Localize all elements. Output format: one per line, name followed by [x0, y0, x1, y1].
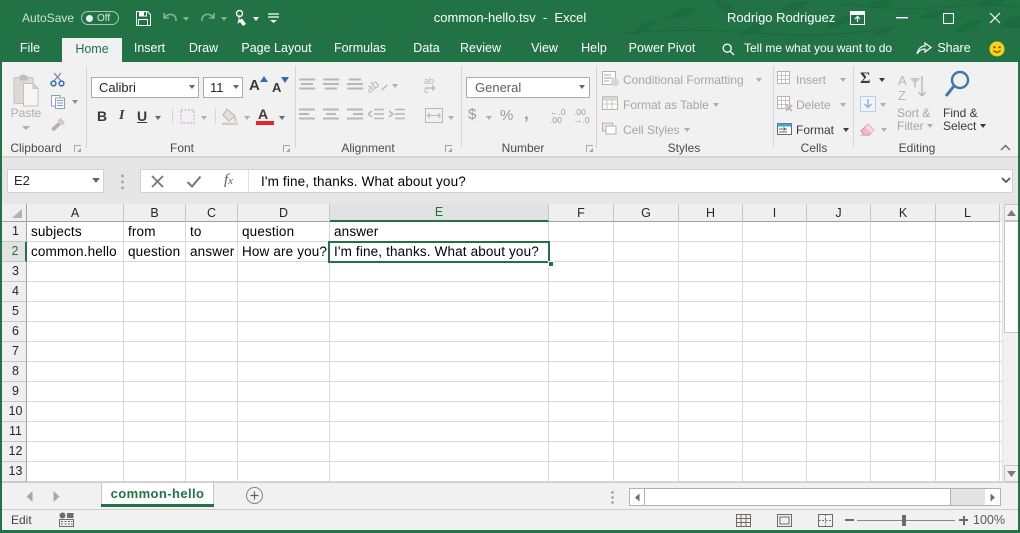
- svg-text:c: c: [424, 85, 429, 93]
- svg-text:Z: Z: [898, 88, 906, 102]
- svg-text:ab: ab: [368, 77, 382, 94]
- svg-text:A: A: [898, 73, 907, 88]
